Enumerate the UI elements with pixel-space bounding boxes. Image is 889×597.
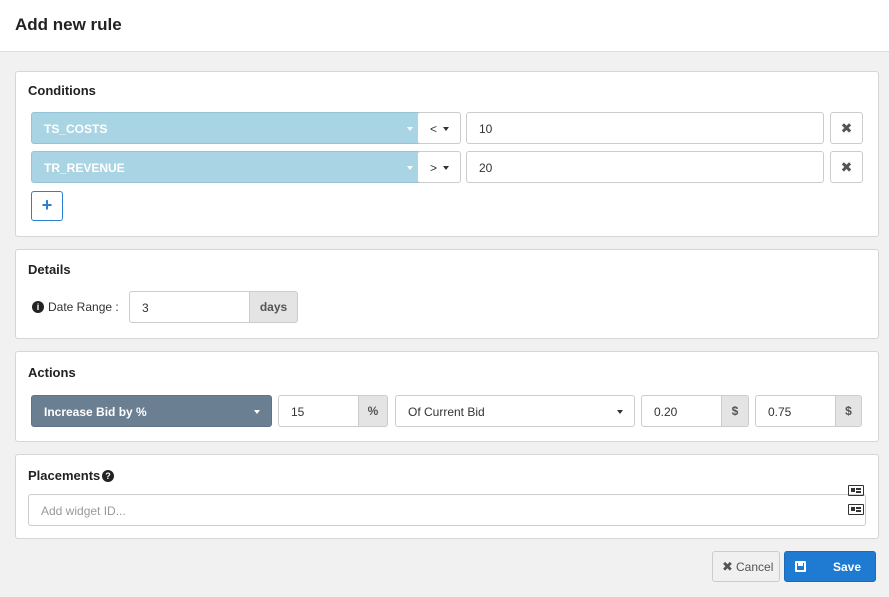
bid-basis-value: Of Current Bid [408, 405, 485, 419]
info-icon: i [32, 301, 44, 313]
save-button[interactable]: Save [784, 551, 876, 582]
cancel-button[interactable]: ✖ Cancel [712, 551, 780, 582]
details-title: Details [28, 262, 71, 277]
condition-operator-select[interactable]: > [417, 151, 461, 183]
modal-title: Add new rule [15, 15, 122, 34]
date-range-label: Date Range : [48, 300, 119, 314]
conditions-panel: Conditions TS_COSTS < 10 ✖ TR_REVENUE > … [15, 71, 879, 237]
date-range-value: 3 [142, 301, 149, 315]
condition-value-input[interactable]: 10 [466, 112, 824, 144]
help-icon[interactable]: ? [102, 470, 114, 482]
actions-title: Actions [28, 365, 76, 380]
condition-field-select[interactable]: TR_REVENUE [31, 151, 427, 183]
condition-operator-select[interactable]: < [417, 112, 461, 144]
remove-condition-button[interactable]: ✖ [830, 112, 863, 144]
placements-title: Placements [28, 468, 101, 483]
max-bid-unit: $ [836, 395, 862, 427]
percent-unit: % [359, 395, 388, 427]
add-condition-button[interactable]: + [31, 191, 63, 221]
modal-header: Add new rule [0, 0, 889, 52]
action-type-select[interactable]: Increase Bid by % [31, 395, 272, 427]
placements-panel: Placements ? Add widget ID... [15, 454, 879, 539]
save-label: Save [833, 560, 862, 574]
condition-value-input[interactable]: 20 [466, 151, 824, 183]
condition-value-text: 10 [479, 122, 493, 136]
action-type-value: Increase Bid by % [44, 405, 147, 419]
remove-condition-button[interactable]: ✖ [830, 151, 863, 183]
id-card-icon[interactable] [848, 504, 864, 515]
save-icon [785, 552, 815, 581]
condition-value-text: 20 [479, 161, 493, 175]
chevron-down-icon [443, 127, 449, 131]
id-card-icon[interactable] [848, 485, 864, 496]
percent-value: 15 [291, 405, 305, 419]
chevron-down-icon [407, 127, 413, 131]
widget-id-input[interactable]: Add widget ID... [28, 494, 866, 526]
min-bid-input[interactable]: 0.20 [641, 395, 722, 427]
bid-basis-select[interactable]: Of Current Bid [395, 395, 635, 427]
percent-input[interactable]: 15 [278, 395, 359, 427]
close-icon: ✖ [722, 559, 733, 574]
min-bid-value: 0.20 [654, 405, 678, 419]
chevron-down-icon [407, 166, 413, 170]
condition-operator-value: > [430, 161, 438, 175]
date-range-unit: days [250, 291, 298, 323]
date-range-input[interactable]: 3 [129, 291, 250, 323]
details-panel: Details i Date Range : 3 days [15, 249, 879, 339]
condition-field-select[interactable]: TS_COSTS [31, 112, 427, 144]
max-bid-value: 0.75 [768, 405, 792, 419]
min-bid-unit: $ [722, 395, 749, 427]
widget-id-placeholder: Add widget ID... [41, 504, 126, 518]
cancel-label: Cancel [736, 560, 774, 574]
condition-field-value: TR_REVENUE [44, 161, 125, 175]
chevron-down-icon [254, 410, 260, 414]
condition-field-value: TS_COSTS [44, 122, 108, 136]
condition-operator-value: < [430, 122, 438, 136]
actions-panel: Actions Increase Bid by % 15 % Of Curren… [15, 351, 879, 442]
chevron-down-icon [443, 166, 449, 170]
conditions-title: Conditions [28, 83, 96, 98]
chevron-down-icon [617, 410, 623, 414]
max-bid-input[interactable]: 0.75 [755, 395, 836, 427]
